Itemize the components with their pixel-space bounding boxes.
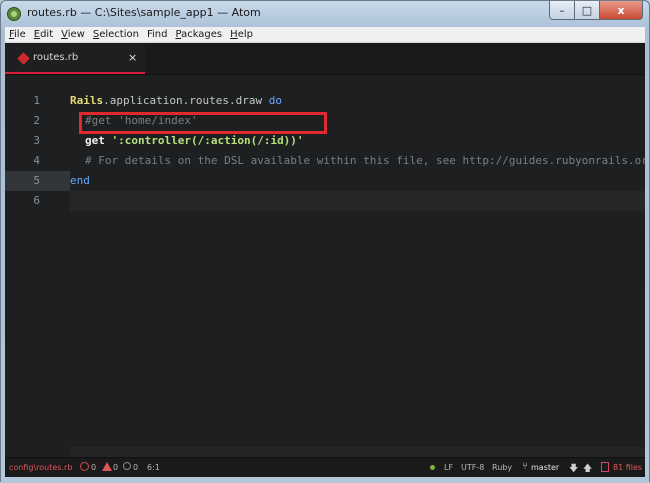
menu-edit[interactable]: Edit <box>30 29 57 40</box>
atom-workspace: routes.rb × 1 2 3 4 5 6 Rails.applicatio… <box>5 43 645 478</box>
text-editor[interactable]: 1 2 3 4 5 6 Rails.application.routes.dra… <box>5 75 645 447</box>
menu-packages-label: ackages <box>181 29 223 40</box>
status-encoding[interactable]: UTF-8 <box>461 463 484 472</box>
modified-files-icon <box>601 462 609 472</box>
menu-packages[interactable]: Packages <box>171 29 226 40</box>
window-controls: – □ x <box>549 1 643 20</box>
tab-bar: routes.rb × <box>5 43 645 75</box>
code-area[interactable]: Rails.application.routes.draw do #get 'h… <box>70 75 645 447</box>
title-bar[interactable]: routes.rb — C:\Sites\sample_app1 — Atom … <box>1 1 649 27</box>
menu-view-accesskey: V <box>61 29 68 40</box>
status-modified-files[interactable]: 81 files <box>613 463 642 472</box>
atom-app-icon <box>7 7 21 21</box>
tab-label: routes.rb <box>33 52 79 63</box>
git-push-icon[interactable]: 🡅 <box>583 461 592 477</box>
git-branch-icon: ⑂ <box>522 461 528 472</box>
status-cursor-position[interactable]: 6:1 <box>147 463 160 472</box>
end-keyword: end <box>70 174 90 187</box>
error-icon <box>80 462 89 471</box>
menu-help-accesskey: H <box>230 29 238 40</box>
code-line-4[interactable]: # For details on the DSL available withi… <box>85 151 645 171</box>
menu-find[interactable]: Find <box>143 29 172 40</box>
line-number[interactable]: 4 <box>5 151 40 171</box>
status-grammar[interactable]: Ruby <box>492 463 512 472</box>
tab-close-icon[interactable]: × <box>128 51 137 64</box>
line-number[interactable]: 3 <box>5 131 40 151</box>
status-info-count[interactable]: 0 <box>133 463 138 472</box>
menu-find-label: ind <box>152 29 168 40</box>
ruby-file-icon <box>17 52 30 65</box>
maximize-button[interactable]: □ <box>575 1 600 20</box>
line-number[interactable]: 6 <box>5 191 40 211</box>
do-keyword: do <box>268 94 282 107</box>
status-git-branch[interactable]: master <box>531 463 559 472</box>
routes-draw-call: .application.routes.draw <box>103 94 269 107</box>
window-title: routes.rb — C:\Sites\sample_app1 — Atom <box>27 6 261 19</box>
info-icon <box>123 462 131 470</box>
line-number[interactable]: 2 <box>5 111 40 131</box>
horizontal-scrollbar[interactable] <box>70 447 645 457</box>
status-warning-count[interactable]: 0 <box>113 463 118 472</box>
tab-routes-rb[interactable]: routes.rb × <box>5 43 145 74</box>
menu-view-label: iew <box>67 29 85 40</box>
menu-view[interactable]: View <box>57 29 89 40</box>
minimize-button[interactable]: – <box>549 1 575 20</box>
close-button[interactable]: x <box>600 1 643 20</box>
code-line-5[interactable]: end <box>70 171 90 191</box>
status-ok-dot-icon <box>430 465 435 470</box>
line-number[interactable]: 5 <box>5 171 40 191</box>
menu-selection-label: election <box>99 29 139 40</box>
code-line-1[interactable]: Rails.application.routes.draw do <box>70 91 282 111</box>
window-frame-bottom <box>1 477 649 483</box>
status-error-count[interactable]: 0 <box>91 463 96 472</box>
status-line-ending[interactable]: LF <box>444 463 453 472</box>
annotation-highlight-box <box>79 112 327 134</box>
menu-help[interactable]: Help <box>226 29 257 40</box>
get-method: get <box>85 134 112 147</box>
menu-edit-label: dit <box>40 29 54 40</box>
atom-window: routes.rb — C:\Sites\sample_app1 — Atom … <box>0 0 650 483</box>
line-number-gutter: 1 2 3 4 5 6 <box>5 75 70 447</box>
menu-bar: File Edit View Selection Find Packages H… <box>5 27 645 43</box>
menu-file[interactable]: File <box>5 29 30 40</box>
menu-selection[interactable]: Selection <box>89 29 143 40</box>
line-number[interactable]: 1 <box>5 91 40 111</box>
git-pull-icon[interactable]: 🡇 <box>569 461 578 477</box>
status-file-path[interactable]: config\routes.rb <box>9 463 72 472</box>
comment-dsl-details: # For details on the DSL available withi… <box>85 154 645 167</box>
code-line-3[interactable]: get ':controller(/:action(/:id))' <box>85 131 304 151</box>
rails-constant: Rails <box>70 94 104 107</box>
menu-file-label: ile <box>14 29 26 40</box>
status-bar: config\routes.rb 0 0 0 6:1 LF UTF-8 Ruby… <box>5 457 645 478</box>
menu-help-label: elp <box>237 29 253 40</box>
route-string: ':controller(/:action(/:id))' <box>111 134 304 147</box>
warning-icon <box>102 462 112 471</box>
